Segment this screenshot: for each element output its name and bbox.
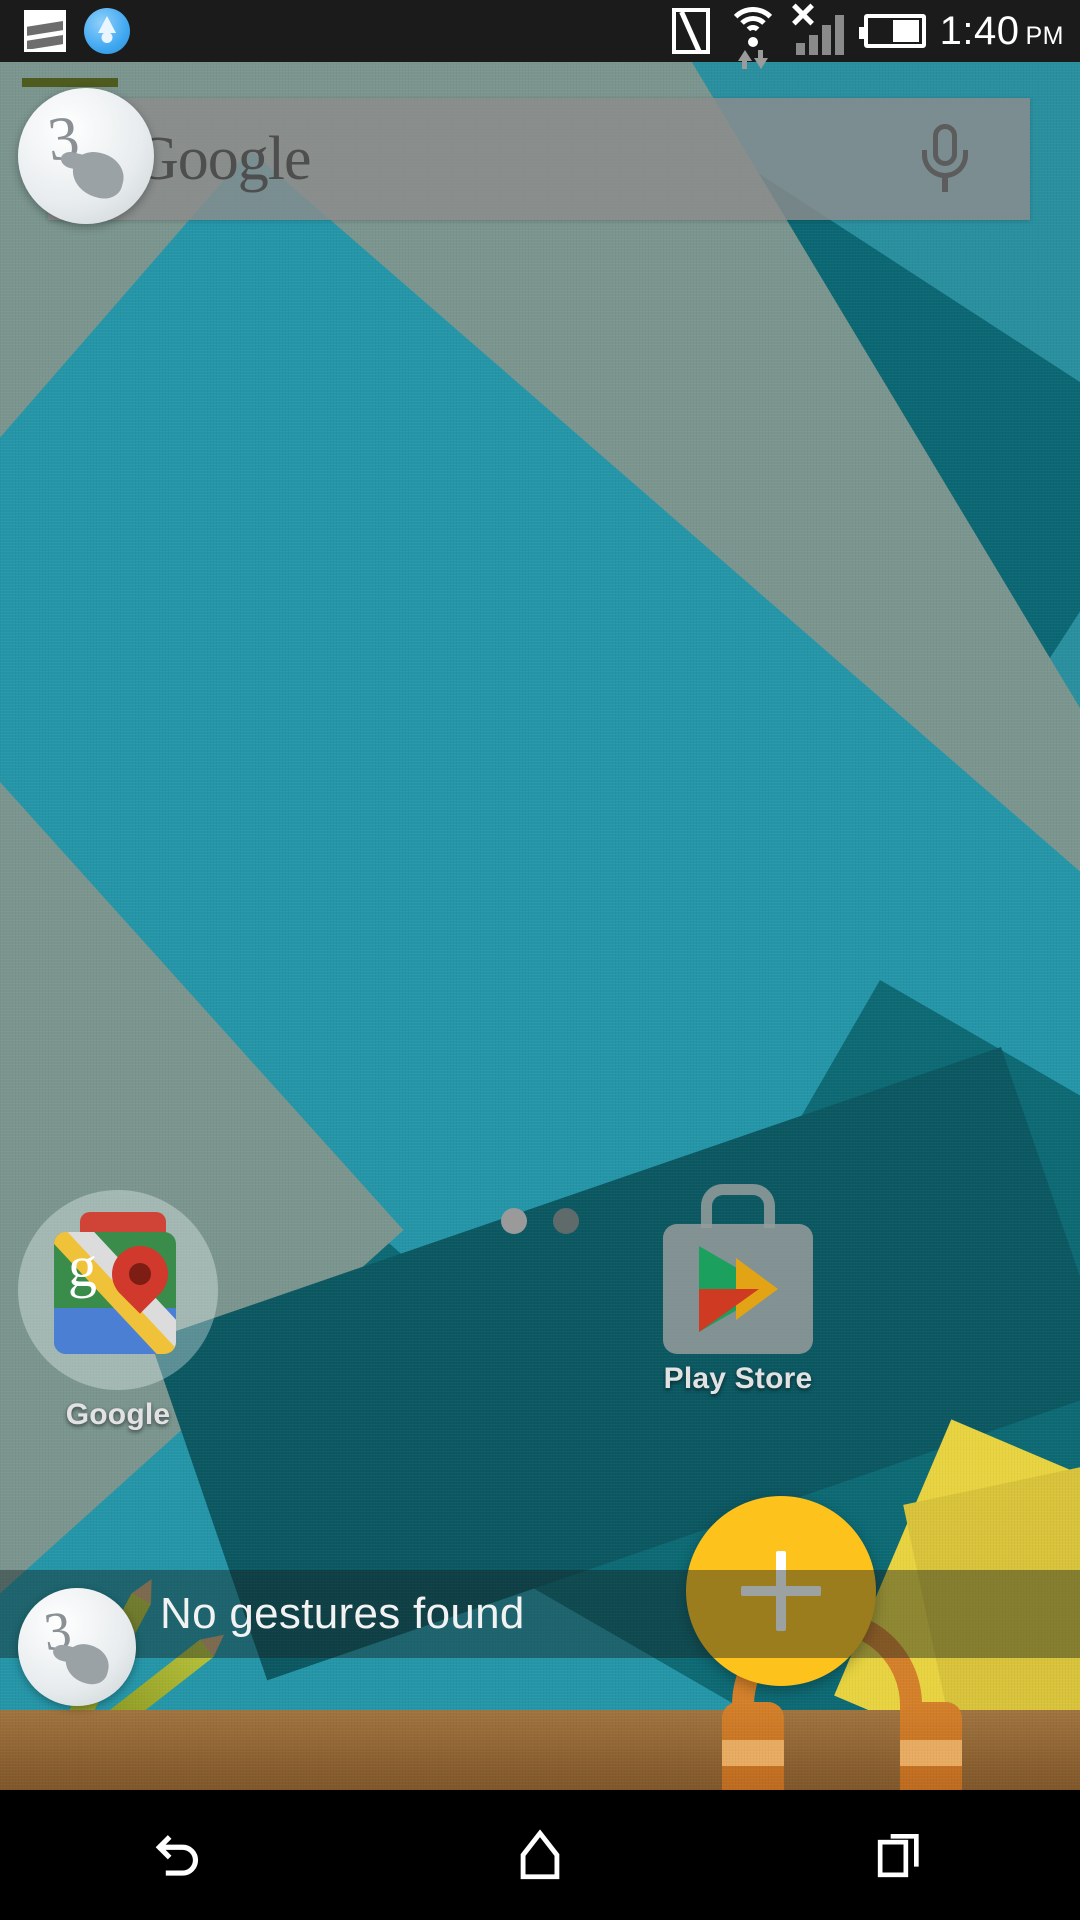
folder-google-label: Google (65, 1398, 171, 1431)
play-store-icon (663, 1184, 813, 1354)
page-indicator (0, 1208, 1080, 1234)
back-button[interactable] (100, 1790, 260, 1920)
app-playstore-label: Play Store (663, 1362, 813, 1395)
google-maps-icon: g (54, 1232, 176, 1354)
status-bar-clock: 1:40 PM (940, 9, 1064, 54)
home-button[interactable] (460, 1790, 620, 1920)
google-search-widget[interactable]: Google (48, 98, 1030, 220)
status-bar[interactable]: 1:40 PM (0, 0, 1080, 69)
hand-gesture-icon (67, 147, 129, 203)
battery-icon (858, 14, 926, 48)
gesture-floating-button-bottom[interactable]: 3 (18, 1588, 136, 1706)
recents-button[interactable] (820, 1790, 980, 1920)
page-dot-inactive[interactable] (553, 1208, 579, 1234)
recents-icon (877, 1834, 919, 1878)
clock-time: 1:40 (939, 8, 1020, 53)
clock-ampm: PM (1025, 21, 1064, 50)
toast-message: No gestures found (0, 1570, 1080, 1658)
hand-gesture-icon (61, 1639, 114, 1688)
gesture-floating-button-top[interactable]: 3 (18, 88, 154, 224)
status-bar-right-icons: 1:40 PM (671, 7, 1064, 69)
android-home-screen: 1:40 PM Google g g Google (0, 0, 1080, 1920)
navigation-bar (0, 1790, 1080, 1920)
page-dot-active[interactable] (501, 1208, 527, 1234)
no-signal-icon (795, 7, 850, 55)
home-icon (520, 1829, 560, 1880)
google-logo-text: Google (134, 124, 312, 193)
toast-text: No gestures found (160, 1589, 525, 1638)
screenshot-icon (24, 10, 66, 52)
wifi-icon (724, 7, 782, 69)
back-icon (155, 1835, 199, 1876)
close-icon (790, 1, 816, 27)
navigation-icon (84, 8, 130, 54)
status-bar-left-icons (24, 8, 130, 54)
data-transfer-arrows-icon (737, 50, 768, 69)
nfc-icon (671, 8, 710, 54)
microphone-icon[interactable] (922, 124, 968, 194)
